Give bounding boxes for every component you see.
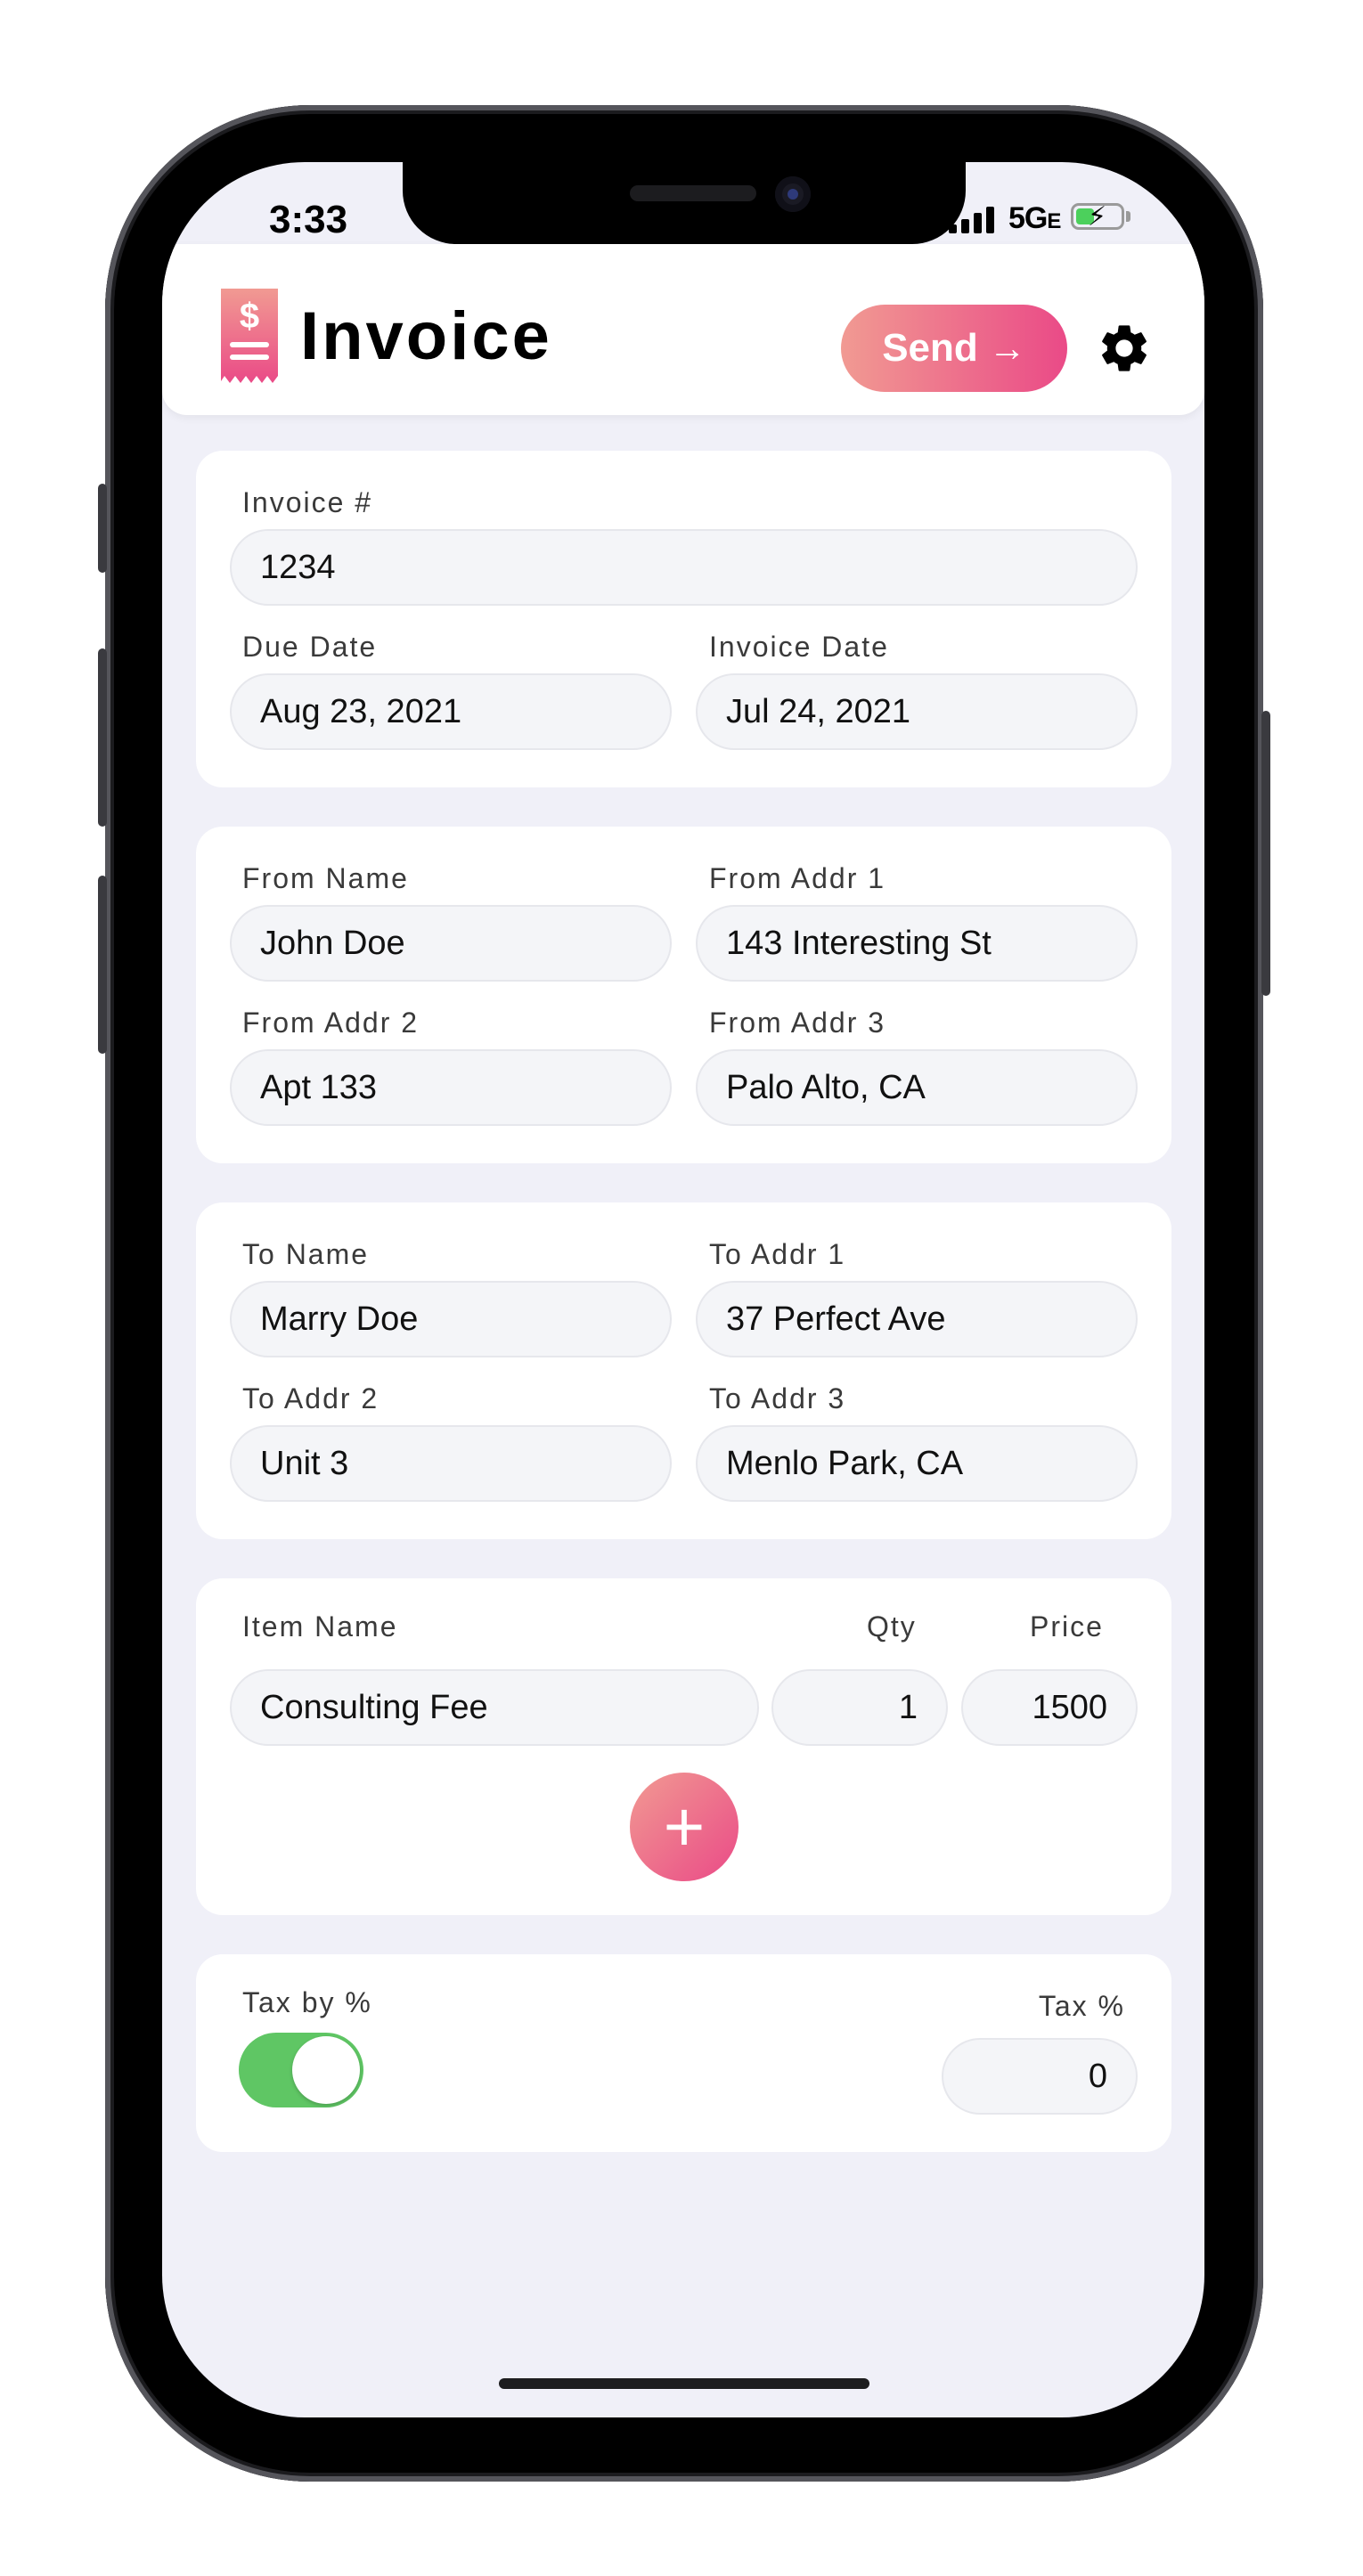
to-card: To Name Marry Doe To Addr 1 37 Perfect A… [196, 1202, 1171, 1539]
volume-down-button [98, 876, 107, 1054]
status-bar: 3:33 5GE ⚡ [162, 162, 1204, 244]
invoice-date-label: Invoice Date [709, 631, 889, 663]
mute-switch [98, 484, 107, 573]
gear-icon[interactable] [1096, 320, 1153, 377]
tax-percent-field[interactable]: 0 [942, 2038, 1138, 2115]
app-header: $ Invoice Send → [162, 244, 1204, 415]
tax-by-percent-toggle[interactable] [239, 2033, 363, 2107]
to-addr2-field[interactable]: Unit 3 [230, 1425, 672, 1502]
tax-by-percent-label: Tax by % [242, 1986, 372, 2018]
app-screen: 3:33 5GE ⚡ $ Invoice Send → Invoice # 12… [162, 162, 1204, 2417]
svg-text:$: $ [240, 297, 259, 336]
tax-card: Tax by % Tax % 0 [196, 1954, 1171, 2152]
from-addr3-label: From Addr 3 [709, 1007, 886, 1039]
due-date-label: Due Date [242, 631, 378, 663]
from-name-field[interactable]: John Doe [230, 905, 672, 982]
due-date-field[interactable]: Aug 23, 2021 [230, 673, 672, 750]
price-header: Price [1030, 1610, 1104, 1643]
invoice-date-field[interactable]: Jul 24, 2021 [696, 673, 1138, 750]
invoice-number-field[interactable]: 1234 [230, 529, 1138, 606]
status-time: 3:33 [269, 198, 348, 241]
to-name-label: To Name [242, 1238, 370, 1270]
items-card: Item Name Qty Price Consulting Fee 1 150… [196, 1578, 1171, 1915]
to-addr1-label: To Addr 1 [709, 1238, 846, 1270]
network-type: 5G [1008, 201, 1048, 235]
send-button[interactable]: Send → [841, 305, 1067, 392]
to-addr3-field[interactable]: Menlo Park, CA [696, 1425, 1138, 1502]
invoice-info-card: Invoice # 1234 Due Date Aug 23, 2021 Inv… [196, 451, 1171, 787]
volume-up-button [98, 648, 107, 827]
to-addr2-label: To Addr 2 [242, 1382, 380, 1414]
item-qty-field[interactable]: 1 [771, 1669, 948, 1746]
from-addr1-field[interactable]: 143 Interesting St [696, 905, 1138, 982]
network-indicator: 5GE [1008, 201, 1061, 236]
charging-bolt-icon: ⚡ [1088, 202, 1107, 232]
toggle-knob [292, 2036, 360, 2104]
from-card: From Name John Doe From Addr 1 143 Inter… [196, 827, 1171, 1163]
home-indicator[interactable] [499, 2378, 869, 2389]
from-addr1-label: From Addr 1 [709, 862, 886, 894]
battery-icon: ⚡ [1071, 202, 1124, 232]
item-name-field[interactable]: Consulting Fee [230, 1669, 759, 1746]
add-item-button[interactable]: + [630, 1773, 739, 1881]
from-addr2-field[interactable]: Apt 133 [230, 1049, 672, 1126]
tax-percent-label: Tax % [1038, 1990, 1125, 2022]
battery-tip [1126, 211, 1130, 222]
to-name-field[interactable]: Marry Doe [230, 1281, 672, 1357]
signal-icon [949, 207, 1002, 233]
send-label: Send [882, 326, 978, 370]
from-addr3-field[interactable]: Palo Alto, CA [696, 1049, 1138, 1126]
receipt-icon: $ [221, 289, 278, 383]
item-name-header: Item Name [242, 1610, 398, 1643]
to-addr3-label: To Addr 3 [709, 1382, 846, 1414]
page-title: Invoice [300, 298, 552, 374]
invoice-number-label: Invoice # [242, 486, 373, 518]
power-button [1261, 711, 1270, 996]
arrow-right-icon: → [988, 327, 1026, 369]
network-suffix: E [1047, 209, 1061, 233]
item-price-field[interactable]: 1500 [961, 1669, 1138, 1746]
to-addr1-field[interactable]: 37 Perfect Ave [696, 1281, 1138, 1357]
plus-icon: + [663, 1787, 706, 1866]
qty-header: Qty [867, 1610, 917, 1643]
from-addr2-label: From Addr 2 [242, 1007, 420, 1039]
from-name-label: From Name [242, 862, 409, 894]
